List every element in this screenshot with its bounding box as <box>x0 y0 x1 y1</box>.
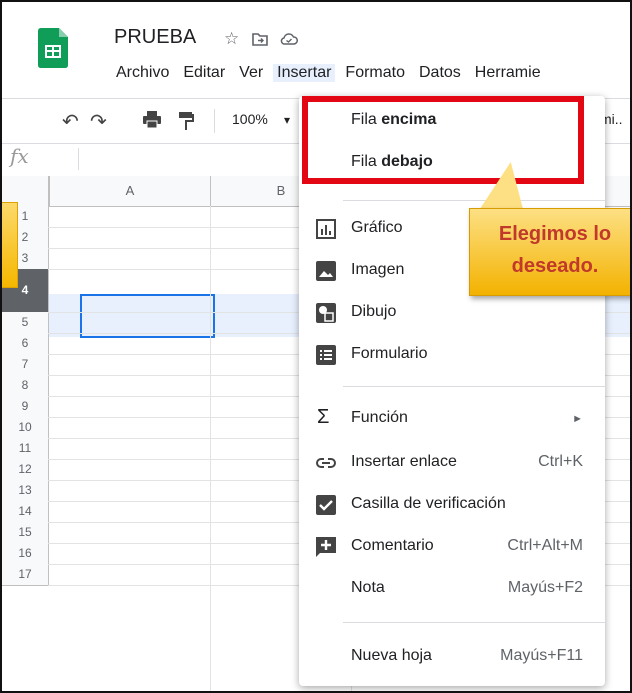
comment-icon <box>316 537 336 557</box>
menu-item-new-sheet[interactable]: Nueva hoja Mayús+F11 <box>299 636 605 678</box>
sigma-icon: Σ <box>317 406 330 428</box>
menu-label: Dibujo <box>351 303 397 320</box>
menu-separator <box>343 622 605 623</box>
menu-item-insert-link[interactable]: Insertar enlace Ctrl+K <box>299 442 605 484</box>
menu-editar[interactable]: Editar <box>183 64 225 82</box>
row-header[interactable]: 7 <box>2 354 49 376</box>
menu-archivo[interactable]: Archivo <box>116 64 169 82</box>
link-icon <box>316 458 336 468</box>
chart-icon <box>316 219 336 239</box>
menu-shortcut: Mayús+F11 <box>500 647 583 664</box>
menu-shortcut: Ctrl+K <box>538 453 583 470</box>
grid-line <box>210 206 211 691</box>
menu-separator <box>343 200 605 201</box>
menu-label: Función <box>351 409 408 426</box>
menu-item-function[interactable]: Σ Función ► <box>299 398 605 440</box>
menu-label: Gráfico <box>351 219 403 236</box>
menu-bar: Archivo Editar Ver Insertar Formato Dato… <box>116 64 555 82</box>
row-header[interactable]: 13 <box>2 480 49 502</box>
row-header[interactable]: 15 <box>2 522 49 544</box>
row-header[interactable]: 5 <box>2 312 49 334</box>
star-icon[interactable]: ☆ <box>224 29 239 49</box>
highlight-box <box>302 96 584 184</box>
paint-format-icon[interactable] <box>178 111 194 131</box>
document-title[interactable]: PRUEBA <box>114 26 196 49</box>
formula-divider <box>78 148 79 170</box>
menu-label: Casilla de verificación <box>351 495 506 512</box>
menu-label: Imagen <box>351 261 405 278</box>
menu-item-drawing[interactable]: Dibujo <box>299 292 605 334</box>
checkbox-icon <box>316 495 336 515</box>
sheets-logo-icon[interactable] <box>38 28 68 68</box>
row-header[interactable]: 6 <box>2 333 49 355</box>
menu-item-comment[interactable]: Comentario Ctrl+Alt+M <box>299 526 605 568</box>
callout-line-1: Elegimos lo <box>498 223 612 245</box>
menu-insertar[interactable]: Insertar <box>273 64 336 82</box>
annotation-callout: Elegimos lo deseado. <box>469 208 630 296</box>
left-callout-fragment <box>2 202 18 288</box>
menu-label: Insertar enlace <box>351 453 457 470</box>
row-header[interactable]: 10 <box>2 417 49 439</box>
callout-line-2: deseado. <box>511 255 599 277</box>
menu-item-checkbox[interactable]: Casilla de verificación <box>299 484 605 526</box>
cloud-status-icon[interactable] <box>280 32 298 46</box>
menu-shortcut: Mayús+F2 <box>507 579 583 596</box>
drawing-icon <box>316 303 336 323</box>
undo-icon[interactable]: ↶ <box>62 109 79 134</box>
row-header[interactable]: 17 <box>2 564 49 586</box>
zoom-select[interactable]: 100% <box>232 111 268 127</box>
row-header[interactable]: 11 <box>2 438 49 460</box>
column-header-a[interactable]: A <box>50 176 211 207</box>
menu-herramientas[interactable]: Herramie <box>475 64 541 82</box>
form-icon <box>316 345 336 365</box>
selected-cell-a4[interactable] <box>80 294 215 338</box>
submenu-arrow-icon: ► <box>572 413 583 425</box>
insert-menu: Fila encima Fila debajo Gráfico Imagen D… <box>299 96 605 686</box>
zoom-dropdown-icon[interactable]: ▾ <box>284 113 290 127</box>
menu-item-note[interactable]: Nota Mayús+F2 <box>299 568 605 610</box>
menu-label: Formulario <box>351 345 428 362</box>
row-header[interactable]: 8 <box>2 375 49 397</box>
row-header[interactable]: 9 <box>2 396 49 418</box>
redo-icon[interactable]: ↷ <box>90 109 107 134</box>
menu-ver[interactable]: Ver <box>239 64 263 82</box>
row-header[interactable]: 16 <box>2 543 49 565</box>
menu-label: Nueva hoja <box>351 647 432 664</box>
row-header[interactable]: 14 <box>2 501 49 523</box>
screenshot-frame: PRUEBA ☆ Archivo Editar Ver Insertar For… <box>0 0 632 693</box>
menu-separator <box>343 386 605 387</box>
fx-icon: fx <box>10 144 29 168</box>
menu-label: Nota <box>351 579 385 596</box>
menu-shortcut: Ctrl+Alt+M <box>507 537 583 554</box>
menu-label: Comentario <box>351 537 434 554</box>
menu-datos[interactable]: Datos <box>419 64 461 82</box>
print-icon[interactable] <box>142 111 162 129</box>
toolbar-divider <box>214 109 215 133</box>
image-icon <box>316 261 336 281</box>
menu-formato[interactable]: Formato <box>345 64 405 82</box>
menu-item-form[interactable]: Formulario <box>299 334 605 376</box>
row-header[interactable]: 12 <box>2 459 49 481</box>
move-folder-icon[interactable] <box>252 32 268 46</box>
